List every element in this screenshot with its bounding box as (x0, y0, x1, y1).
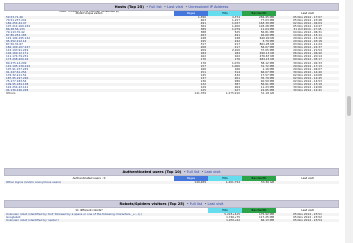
page: Hosts (Top 25) - Full list - Last visit … (0, 0, 354, 243)
hosts-unresolved-link[interactable]: Unresolved IP Address (188, 5, 228, 9)
auth-last-visit-link[interactable]: Last visit (204, 170, 220, 174)
hosts-others-row: Others 141,789 1,475,910 51.18 GB (4, 91, 339, 96)
robots-full-list-link[interactable]: Full list (190, 202, 203, 206)
auth-title-bar: Authenticated users (Top 10) - Full list… (4, 168, 339, 176)
auth-row-last-visit (276, 180, 339, 184)
auth-row-hits: 1,461,754 (208, 180, 242, 184)
robot-row-last-visit: 05 Nov 2014 - 23:54 (276, 218, 339, 222)
robot-row-hits: 1,970+42 (208, 218, 242, 222)
auth-row-label: Other logins (and/or anonymous users) (4, 180, 174, 184)
auth-section: Authenticated users (Top 10) - Full list… (4, 168, 339, 184)
scrollbar-thumb[interactable] (347, 96, 351, 116)
hosts-title-bar: Hosts (Top 25) - Full list - Last visit … (4, 3, 339, 11)
robot-row: Unknown robot (identified by 'spider') 1,… (4, 218, 339, 222)
hosts-last-visit-link[interactable]: Last visit (167, 5, 183, 9)
auth-full-list-link[interactable]: Full list (187, 170, 200, 174)
others-pages: 141,789 (174, 91, 208, 96)
hosts-title: Hosts (Top 25) (114, 5, 144, 9)
robots-title-bar: Robots/Spiders visitors (Top 25) - Full … (4, 200, 339, 208)
robots-table: 11 different robots* Hits Bandwidth Last… (4, 208, 339, 222)
auth-row: Other logins (and/or anonymous users) 14… (4, 180, 339, 184)
vertical-scrollbar[interactable] (345, 0, 353, 243)
others-last-visit (276, 91, 339, 96)
hosts-table: Hosts : 0 Known, 47,754 Unknown (unresol… (4, 11, 339, 96)
robot-row-bandwidth: 66.13 MB (242, 218, 276, 222)
hosts-section: Hosts (Top 25) - Full list - Last visit … (4, 3, 339, 96)
others-label: Others (4, 91, 174, 96)
auth-row-bandwidth: 53.36 GB (242, 180, 276, 184)
robots-last-visit-link[interactable]: Last visit (207, 202, 223, 206)
others-bandwidth: 51.18 GB (242, 91, 276, 96)
auth-title: Authenticated users (Top 10) (122, 170, 182, 174)
robots-title: Robots/Spiders visitors (Top 25) (119, 202, 185, 206)
others-hits: 1,475,910 (208, 91, 242, 96)
auth-table: Authenticated users : 0 Pages Hits Bandw… (4, 176, 339, 184)
auth-row-pages: 149,489 (174, 180, 208, 184)
robots-section: Robots/Spiders visitors (Top 25) - Full … (4, 200, 339, 222)
robot-row-pages (174, 218, 208, 222)
robot-row-label[interactable]: Unknown robot (identified by 'spider') (4, 218, 174, 222)
hosts-full-list-link[interactable]: Full list (149, 5, 162, 9)
